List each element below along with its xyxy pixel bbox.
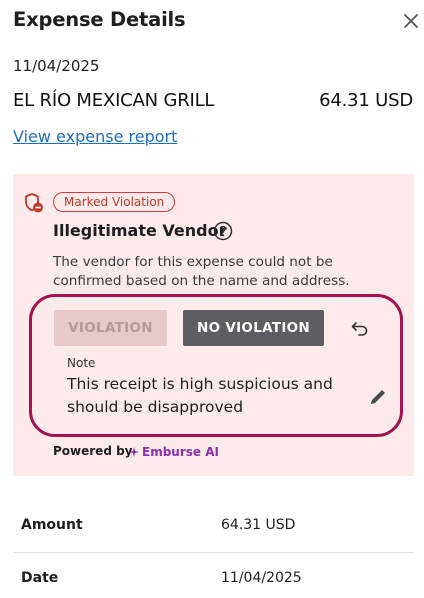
undo-icon[interactable] — [349, 317, 371, 339]
page-title: Expense Details — [13, 8, 186, 31]
note-text: This receipt is high suspicious and shou… — [67, 375, 333, 416]
emburse-ai-text: Emburse AI — [142, 445, 219, 459]
powered-by-label: Powered by — [53, 444, 133, 458]
no-violation-button[interactable]: NO VIOLATION — [183, 310, 324, 346]
marked-violation-badge: Marked Violation — [53, 192, 176, 212]
emburse-ai-logo: Emburse AI — [128, 445, 219, 459]
date-label: Date — [21, 570, 59, 586]
close-icon[interactable] — [401, 11, 421, 31]
vendor-name: EL RÍO MEXICAN GRILL — [13, 90, 215, 111]
violation-description: The vendor for this expense could not be… — [53, 254, 350, 289]
amount-label: Amount — [21, 517, 83, 533]
note-label: Note — [67, 356, 96, 370]
date-value: 11/04/2025 — [221, 570, 302, 586]
shield-alert-icon — [23, 192, 45, 214]
row-divider — [13, 552, 414, 553]
amount-value: 64.31 USD — [221, 517, 296, 533]
sparkle-icon — [129, 447, 139, 457]
expense-date: 11/04/2025 — [13, 57, 100, 75]
expense-amount: 64.31 USD — [319, 90, 413, 111]
pencil-icon[interactable] — [367, 386, 389, 408]
violation-button[interactable]: VIOLATION — [54, 310, 167, 346]
violation-title: Illegitimate Vendor — [53, 221, 227, 240]
view-expense-report-link[interactable]: View expense report — [13, 127, 177, 146]
help-icon[interactable] — [213, 221, 233, 241]
